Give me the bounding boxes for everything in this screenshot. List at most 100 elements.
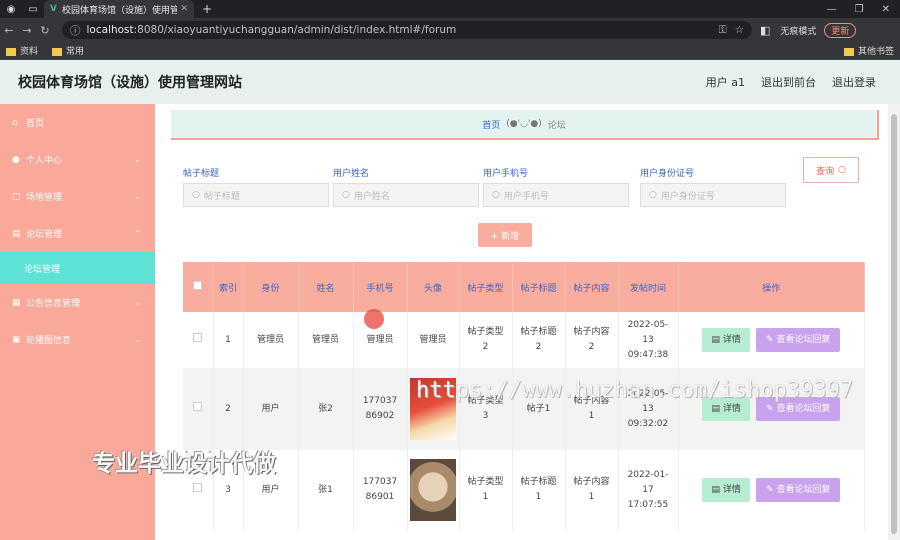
sidebar-item-venue[interactable]: ▢ 场地管理 ⌄	[0, 178, 155, 215]
browser-tab-bar: ◉ ▭ V 校园体育场馆（设施）使用管理网站 ✕ + — ❐ ✕	[0, 0, 900, 18]
browser-menu-icon[interactable]: ◉	[0, 4, 22, 15]
window-controls: — ❐ ✕	[827, 4, 900, 15]
cell-actions: ▤ 详情 ✎ 查看论坛回复	[678, 312, 865, 368]
forward-icon[interactable]: →	[18, 24, 36, 37]
folder-icon	[843, 47, 854, 56]
detail-button[interactable]: ▤ 详情	[702, 328, 751, 352]
row-checkbox[interactable]	[193, 332, 203, 342]
bookmarks-bar: 资料 常用 其他书签	[0, 42, 900, 60]
incognito-label: 无痕模式	[780, 26, 817, 37]
col-name[interactable]: 姓名	[298, 262, 354, 312]
cell-content: 帖子内容 1	[565, 450, 619, 530]
col-phone[interactable]: 手机号	[353, 262, 408, 312]
url-path: :8080/xiaoyuantiyuchangguan/admin/dist/i…	[133, 24, 457, 36]
col-time[interactable]: 发帖时间	[618, 262, 679, 312]
search-icon: ○	[838, 165, 846, 175]
select-all-checkbox[interactable]	[193, 281, 203, 290]
close-window-icon[interactable]: ✕	[882, 4, 890, 15]
sidebar-subitem-forum[interactable]: 论坛管理	[0, 252, 155, 284]
new-tab-icon[interactable]: +	[202, 2, 212, 16]
tab-list-icon[interactable]: ▭	[22, 4, 44, 15]
cell-avatar	[407, 450, 460, 530]
filter-name-label: 用户姓名	[333, 169, 370, 179]
logout-link[interactable]: 退出登录	[832, 74, 876, 90]
add-button[interactable]: + 新增	[478, 223, 532, 247]
cell-title: 帖子标题 1	[512, 450, 566, 530]
cell-role: 管理员	[243, 312, 299, 368]
sidebar-item-notice[interactable]: ▦ 公告信息管理 ⌄	[0, 284, 155, 321]
col-type[interactable]: 帖子类型	[459, 262, 513, 312]
sidebar-item-home[interactable]: ⌂ 首页	[0, 104, 155, 141]
cell-name: 张2	[298, 368, 354, 450]
detail-button[interactable]: ▤ 详情	[702, 478, 751, 502]
chevron-down-icon: ⌄	[134, 335, 141, 344]
avatar-image[interactable]	[410, 459, 456, 521]
bookmark-folder-1[interactable]: 资料	[6, 44, 38, 57]
venue-icon: ▢	[12, 191, 21, 202]
view-replies-button[interactable]: ✎ 查看论坛回复	[756, 328, 841, 352]
folder-icon	[52, 47, 63, 56]
col-actions: 操作	[678, 262, 865, 312]
info-icon: ⓘ	[70, 24, 81, 37]
back-to-front-link[interactable]: 退出到前台	[761, 74, 816, 90]
other-bookmarks[interactable]: 其他书签	[843, 44, 900, 57]
col-role[interactable]: 身份	[243, 262, 299, 312]
view-replies-button[interactable]: ✎ 查看论坛回复	[756, 478, 841, 502]
col-content[interactable]: 帖子内容	[565, 262, 619, 312]
filter-name-input[interactable]: ○ 用户姓名	[333, 183, 479, 207]
update-button[interactable]: 更新	[824, 22, 857, 38]
row-checkbox-cell	[183, 312, 214, 368]
folder-icon	[6, 47, 16, 56]
grid-icon: ▦	[12, 297, 21, 308]
sidebar-item-forum[interactable]: ▤ 论坛管理 ⌃	[0, 215, 155, 252]
sidebar-item-carousel[interactable]: ▣ 轮播图信息 ⌄	[0, 321, 155, 358]
query-button[interactable]: 查询 ○	[803, 157, 859, 183]
sidepanel-icon[interactable]: ◧	[760, 24, 770, 37]
forum-icon: ▤	[12, 228, 21, 239]
cell-phone: 17703786901	[353, 450, 408, 530]
table-row: 1 管理员 管理员 管理员 管理员 帖子类型 2 帖子标题 2 帖子内容 2 2…	[183, 312, 865, 368]
vue-favicon-icon: V	[50, 4, 57, 14]
chevron-down-icon: ⌄	[134, 155, 141, 164]
filter-title-input[interactable]: ○ 帖子标题	[183, 183, 329, 207]
page-scrollbar[interactable]	[888, 104, 900, 540]
col-title[interactable]: 帖子标题	[512, 262, 566, 312]
row-checkbox[interactable]	[193, 401, 203, 411]
breadcrumb-home[interactable]: 首页	[482, 118, 500, 131]
sidebar-item-profile[interactable]: ● 个人中心 ⌄	[0, 141, 155, 178]
chevron-down-icon: ⌄	[134, 192, 141, 201]
bookmark-folder-2[interactable]: 常用	[52, 44, 84, 57]
filter-phone-input[interactable]: ○ 用户手机号	[483, 183, 629, 207]
search-icon: ○	[649, 190, 657, 200]
cell-index: 1	[213, 312, 244, 368]
row-checkbox[interactable]	[193, 482, 203, 492]
search-icon: ○	[342, 190, 350, 200]
filter-idcard-label: 用户身份证号	[640, 169, 695, 179]
home-icon: ⌂	[12, 117, 18, 128]
search-icon: ○	[192, 190, 200, 200]
breadcrumb-separator: (●'◡'●)	[506, 119, 542, 129]
select-all-checkbox-cell	[183, 262, 214, 312]
reload-icon[interactable]: ↻	[36, 24, 54, 37]
cursor-highlight	[364, 309, 384, 329]
filter-idcard-input[interactable]: ○ 用户身份证号	[640, 183, 786, 207]
back-icon[interactable]: ←	[0, 24, 18, 37]
restore-icon[interactable]: ❐	[855, 4, 864, 15]
minimize-icon[interactable]: —	[827, 4, 837, 15]
scrollbar-thumb[interactable]	[891, 114, 897, 534]
bookmark-star-icon[interactable]: ☆	[735, 24, 744, 36]
url-field[interactable]: ⓘ localhost :8080/xiaoyuantiyuchangguan/…	[62, 21, 752, 39]
cell-name: 张1	[298, 450, 354, 530]
key-icon[interactable]: ⚿	[719, 24, 727, 37]
cell-actions: ▤ 详情 ✎ 查看论坛回复	[678, 450, 865, 530]
url-host: localhost	[86, 24, 134, 36]
site-title: 校园体育场馆（设施）使用管理网站	[18, 75, 242, 91]
table-row: 3 用户 张1 17703786901 帖子类型 1 帖子标题 1 帖子内容 1…	[183, 450, 865, 530]
watermark-text: 专业毕业设计代做	[92, 451, 276, 477]
browser-tab[interactable]: V 校园体育场馆（设施）使用管理网站 ✕	[44, 0, 194, 18]
tab-close-icon[interactable]: ✕	[180, 4, 188, 14]
table-header-row: 索引 身份 姓名 手机号 头像 帖子类型 帖子标题 帖子内容 发帖时间 操作	[183, 262, 865, 312]
cell-index: 2	[213, 368, 244, 450]
col-index[interactable]: 索引	[213, 262, 244, 312]
cell-content: 帖子内容 2	[565, 312, 619, 368]
